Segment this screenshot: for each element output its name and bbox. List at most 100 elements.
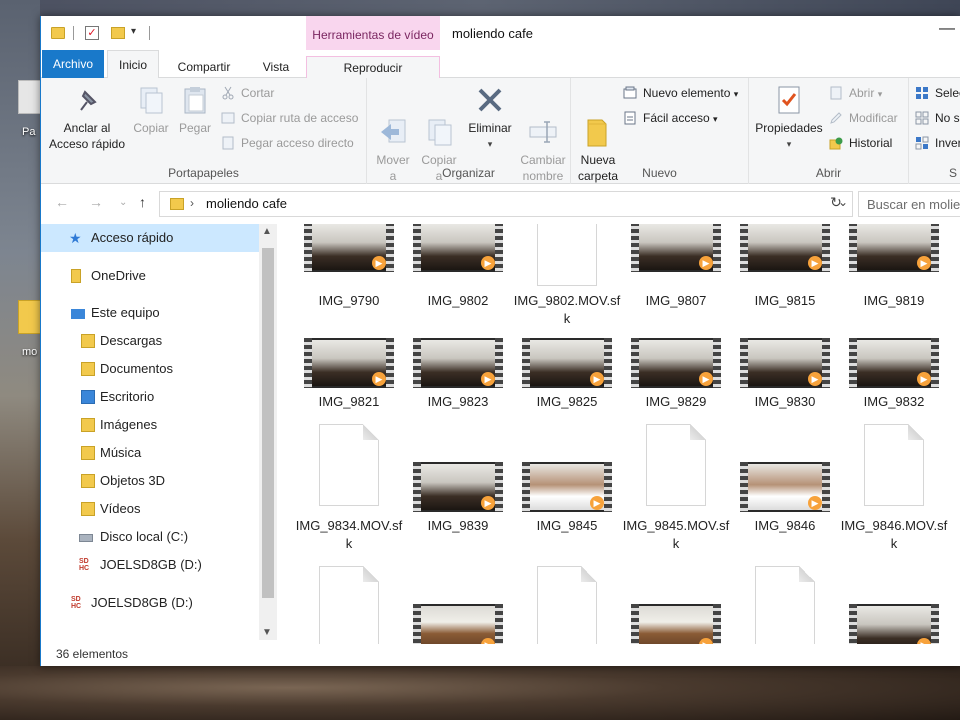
file-tile[interactable]: IMG_9846.MOV.sfk xyxy=(840,424,948,554)
address-bar[interactable]: › moliendo cafe ⌄ xyxy=(159,191,853,217)
back-arrow-icon[interactable]: ← xyxy=(55,194,69,210)
file-tile[interactable]: IMG_9802.MOV.sfk xyxy=(513,224,621,326)
nav-scrollbar[interactable]: ▲ ▼ xyxy=(259,224,277,640)
new-folder-icon[interactable] xyxy=(111,27,125,39)
file-tile[interactable]: ▶ IMG_9815 xyxy=(731,224,839,324)
open-button[interactable]: Abrir ▾ xyxy=(829,84,882,102)
file-name: IMG_9846 xyxy=(754,518,816,533)
easy-access-button[interactable]: Fácil acceso ▾ xyxy=(623,109,718,127)
paste-button[interactable]: Pegar xyxy=(175,84,215,136)
file-tile[interactable]: ▶ IMG_9825 xyxy=(513,336,621,436)
file-tile[interactable]: ▶ IMG_9823 xyxy=(404,336,512,436)
video-thumbnail: ▶ xyxy=(304,338,394,388)
breadcrumb[interactable]: moliendo cafe xyxy=(206,196,287,211)
tab-archivo[interactable]: Archivo xyxy=(42,50,104,78)
sidebar-item-onedrive[interactable]: OneDrive xyxy=(41,262,259,290)
sidebar-item-objetos-3d[interactable]: Objetos 3D xyxy=(41,467,259,495)
item-count: 36 elementos xyxy=(56,647,129,661)
sidebar-item-sd-card-root[interactable]: SD HC JOELSD8GB (D:) xyxy=(41,589,259,617)
tab-inicio[interactable]: Inicio xyxy=(107,50,159,79)
file-icon xyxy=(646,424,706,506)
properties-check-icon[interactable]: ✓ xyxy=(85,26,99,40)
file-tile[interactable]: ▶ xyxy=(622,566,730,644)
file-tile[interactable]: ▶ IMG_9832 xyxy=(840,336,948,436)
cut-button[interactable]: Cortar xyxy=(221,84,274,102)
scroll-up-icon[interactable]: ▲ xyxy=(262,226,272,237)
paste-shortcut-button[interactable]: Pegar acceso directo xyxy=(221,134,354,152)
chevron-right-icon[interactable]: › xyxy=(190,196,194,210)
properties-button[interactable]: Propiedades ▾ xyxy=(753,84,825,152)
file-tile[interactable]: ▶ IMG_9802 xyxy=(404,224,512,324)
file-tile[interactable]: ▶ IMG_9845 xyxy=(513,424,621,554)
tab-compartir[interactable]: Compartir xyxy=(171,56,237,78)
sidebar-item-documentos[interactable]: Documentos xyxy=(41,355,259,383)
file-tile[interactable]: ▶ IMG_9807 xyxy=(622,224,730,324)
video-thumbnail: ▶ xyxy=(522,462,612,512)
move-to-button[interactable]: Mover a xyxy=(371,84,415,200)
tab-reproducir[interactable]: Reproducir xyxy=(306,56,440,78)
file-tile[interactable]: IMG_9834.MOV.sfk xyxy=(295,424,403,554)
sidebar-item-sd-card[interactable]: SD HC JOELSD8GB (D:) xyxy=(41,551,259,579)
rename-button[interactable]: Cambiar nombre xyxy=(517,84,569,200)
invert-selection-button[interactable]: Inver xyxy=(915,134,960,152)
pin-quick-access-button[interactable]: Anclar al Acceso rápido xyxy=(47,84,127,152)
sidebar-item-este-equipo[interactable]: Este equipo xyxy=(41,299,259,327)
pin-icon xyxy=(71,84,103,116)
select-all-button[interactable]: Selec xyxy=(915,84,960,102)
file-tile[interactable]: ▶ IMG_9829 xyxy=(622,336,730,436)
tab-vista[interactable]: Vista xyxy=(253,56,299,78)
video-thumbnail: ▶ xyxy=(849,224,939,272)
video-thumbnail: ▶ xyxy=(413,338,503,388)
play-icon: ▶ xyxy=(590,496,604,510)
select-none-button[interactable]: No s xyxy=(915,109,960,127)
file-icon xyxy=(537,566,597,644)
pin-quick-access-label: Anclar al Acceso rápido xyxy=(48,121,126,151)
scrollbar-thumb[interactable] xyxy=(262,248,274,598)
new-folder-button[interactable]: Nueva carpeta xyxy=(573,84,623,200)
file-tile[interactable] xyxy=(513,566,621,644)
drive-icon xyxy=(79,534,93,542)
search-input[interactable]: Buscar en molie xyxy=(858,191,960,217)
sidebar-item-imagenes[interactable]: Imágenes xyxy=(41,411,259,439)
video-thumbnail: ▶ xyxy=(304,224,394,272)
file-tile[interactable]: ▶ IMG_9821 xyxy=(295,336,403,436)
edit-button[interactable]: Modificar xyxy=(829,109,898,127)
file-tile[interactable]: ▶ IMG_9830 xyxy=(731,336,839,436)
sidebar-item-disco-local[interactable]: Disco local (C:) xyxy=(41,523,259,551)
delete-button[interactable]: Eliminar ▾ xyxy=(465,84,515,152)
forward-arrow-icon[interactable]: → xyxy=(89,194,103,210)
file-tile[interactable]: ▶ IMG_9846 xyxy=(731,424,839,554)
sidebar-item-descargas[interactable]: Descargas xyxy=(41,327,259,355)
sd-card-icon: SD HC xyxy=(71,596,82,610)
sidebar-item-escritorio[interactable]: Escritorio xyxy=(41,383,259,411)
copy-button[interactable]: Copiar xyxy=(129,84,173,136)
3d-objects-folder-icon xyxy=(81,474,95,488)
file-tile[interactable]: ▶ IMG_9839 xyxy=(404,424,512,554)
history-button[interactable]: Historial xyxy=(829,134,892,152)
sidebar-item-videos[interactable]: Vídeos xyxy=(41,495,259,523)
file-name: IMG_9839 xyxy=(427,518,489,533)
scroll-down-icon[interactable]: ▼ xyxy=(262,627,272,638)
file-tile[interactable]: ▶ IMG_9790 xyxy=(295,224,403,324)
sidebar-item-musica[interactable]: Música xyxy=(41,439,259,467)
copy-path-button[interactable]: Copiar ruta de acceso xyxy=(221,109,358,127)
file-explorer-window: ✓ ▾ Herramientas de vídeo moliendo cafe … xyxy=(40,16,960,666)
file-tile[interactable] xyxy=(295,566,403,644)
up-arrow-icon[interactable]: ↑ xyxy=(139,194,146,210)
sidebar-item-acceso-rapido[interactable]: ★ Acceso rápido xyxy=(41,224,259,252)
customize-toolbar-dropdown-icon[interactable]: ▾ xyxy=(131,26,136,44)
copy-to-button[interactable]: Copiar a xyxy=(417,84,461,200)
file-tile[interactable]: IMG_9845.MOV.sfk xyxy=(622,424,730,554)
sidebar-item-label: Objetos 3D xyxy=(100,473,166,488)
file-name: IMG_9825 xyxy=(536,394,598,409)
desktop-icon-label: mo xyxy=(22,346,38,358)
file-name: IMG_9832 xyxy=(863,394,925,409)
refresh-icon[interactable]: ↻ xyxy=(825,194,847,216)
recent-locations-chevron-icon[interactable]: ⌄ xyxy=(119,197,127,208)
file-tile[interactable]: ▶ IMG_9819 xyxy=(840,224,948,324)
new-item-button[interactable]: Nuevo elemento ▾ xyxy=(623,84,738,102)
file-tile[interactable] xyxy=(731,566,839,644)
file-tile[interactable]: ▶ xyxy=(404,566,512,644)
file-tile[interactable]: ▶ xyxy=(840,566,948,644)
minimize-button[interactable]: — xyxy=(939,20,955,38)
